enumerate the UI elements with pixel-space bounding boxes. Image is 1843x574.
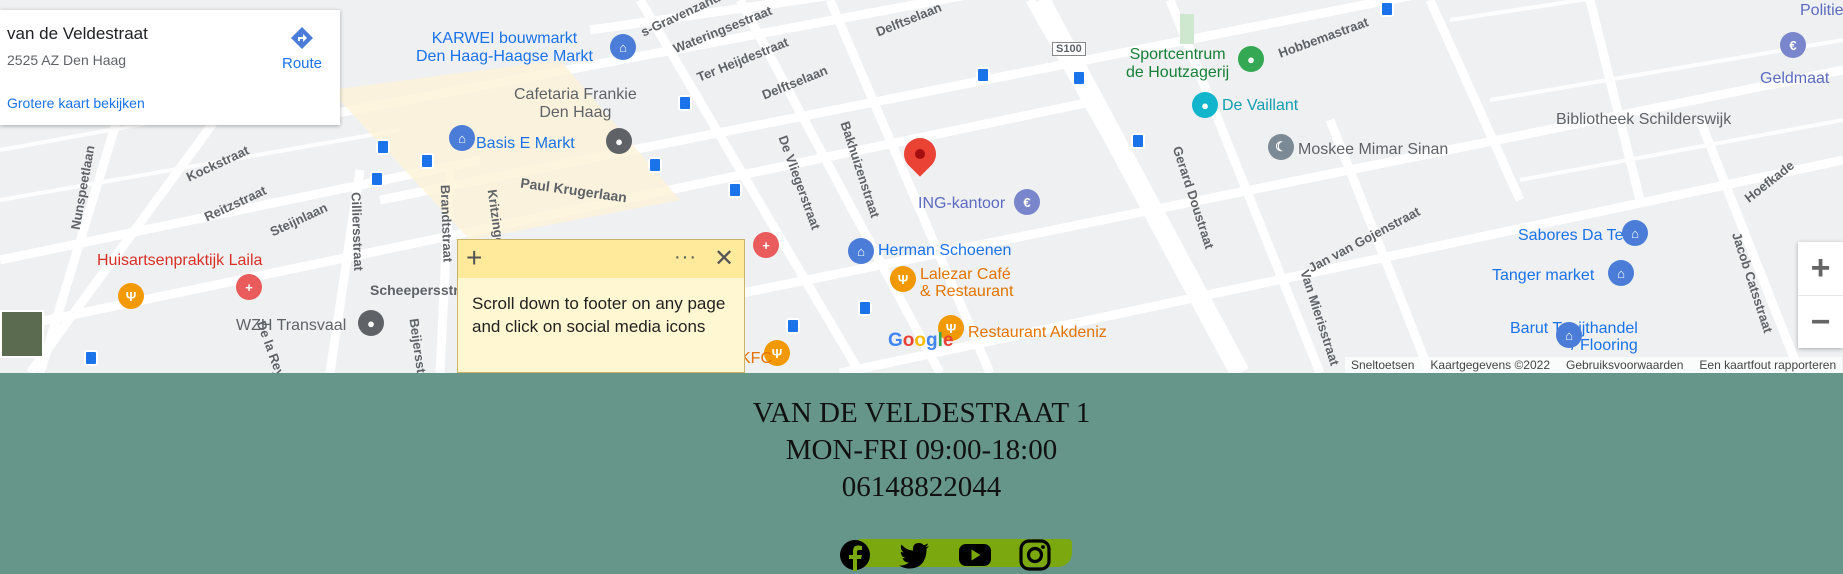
route-button[interactable]: Route (272, 25, 332, 72)
place-title: van de Veldestraat (7, 24, 148, 43)
mosque-pin-icon: ☾ (1268, 134, 1294, 160)
shopping-pin-icon: ⌂ (1556, 322, 1582, 348)
pool-pin-icon: ● (1192, 92, 1218, 118)
bus-stop-icon (1072, 70, 1086, 86)
bus-stop-icon (370, 171, 384, 187)
facebook-icon[interactable] (838, 538, 872, 572)
sticky-note[interactable]: + ··· ✕ Scroll down to footer on any pag… (457, 239, 745, 373)
zoom-controls: + − (1798, 242, 1843, 348)
footer-hours: MON-FRI 09:00-18:00 (785, 434, 1058, 466)
poi-wzh-transvaal[interactable]: WZH Transvaal (236, 317, 346, 335)
bus-stop-icon (648, 157, 662, 173)
shopping-pin-icon: ⌂ (848, 238, 874, 264)
keyboard-shortcuts-link[interactable]: Sneltoetsen (1351, 358, 1414, 372)
add-note-icon[interactable]: + (466, 244, 482, 272)
twitter-icon[interactable] (898, 538, 932, 572)
footer-phone: 06148822044 (841, 471, 1002, 503)
poi-politie[interactable]: Politie (1800, 2, 1843, 20)
route-label: Route (281, 55, 323, 72)
poi-bibliotheek[interactable]: Bibliotheek Schilderswijk (1556, 111, 1731, 129)
terms-link[interactable]: Gebruiksvoorwaarden (1566, 358, 1683, 372)
bus-stop-icon (786, 318, 800, 334)
directions-icon (291, 27, 313, 49)
medical-pin-icon: + (236, 274, 262, 300)
bus-stop-icon (376, 139, 390, 155)
more-options-icon[interactable]: ··· (674, 246, 697, 269)
poi-sportcentrum[interactable]: Sportcentrum de Houtzagerij (1126, 46, 1229, 82)
bus-stop-icon (858, 300, 872, 316)
google-logo-letter: e (942, 330, 954, 351)
poi-akdeniz[interactable]: Restaurant Akdeniz (968, 324, 1107, 342)
street-label: Cilliersstraat (348, 191, 367, 272)
poi-cafetaria[interactable]: Cafetaria Frankie Den Haag (514, 86, 637, 122)
social-links (838, 536, 1078, 574)
bus-stop-icon (1380, 1, 1394, 17)
poi-herman-schoenen[interactable]: Herman Schoenen (878, 242, 1011, 260)
close-icon[interactable]: ✕ (714, 244, 734, 273)
poi-lalezar[interactable]: Lalezar Café & Restaurant (920, 266, 1013, 300)
shopping-pin-icon: ⌂ (1622, 220, 1648, 246)
shopping-pin-icon: ⌂ (449, 125, 475, 151)
street-label: Brandtstraat (437, 184, 456, 263)
map-data-label: Kaartgegevens ©2022 (1430, 358, 1550, 372)
street-label: S100 (1052, 42, 1086, 56)
map-attribution: Sneltoetsen Kaartgegevens ©2022 Gebruiks… (1345, 357, 1843, 373)
larger-map-link[interactable]: Grotere kaart bekijken (7, 95, 145, 111)
bus-stop-icon (420, 153, 434, 169)
poi-tanger[interactable]: Tanger market (1492, 267, 1594, 285)
report-error-link[interactable]: Een kaartfout rapporteren (1699, 358, 1836, 372)
google-logo-letter: o (902, 330, 915, 351)
bank-pin-icon: € (1780, 32, 1806, 58)
bus-stop-icon (728, 182, 742, 198)
google-logo-letter: g (926, 330, 938, 351)
youtube-icon[interactable] (958, 538, 992, 572)
poi-geldmaat[interactable]: Geldmaat (1760, 70, 1829, 88)
map-info-card: van de Veldestraat 2525 AZ Den Haag Grot… (0, 10, 340, 125)
medical-pin-icon: + (753, 232, 779, 258)
bus-stop-icon (678, 95, 692, 111)
bus-stop-icon (1131, 133, 1145, 149)
poi-de-vaillant[interactable]: De Vaillant (1222, 97, 1298, 115)
place-address: 2525 AZ Den Haag (7, 52, 127, 68)
shopping-pin-icon: ⌂ (610, 34, 636, 60)
bus-stop-icon (84, 350, 98, 366)
bus-stop-icon (976, 67, 990, 83)
google-logo: Google (888, 330, 953, 352)
google-logo-letter: o (914, 330, 926, 351)
park-pin-icon: ● (1238, 46, 1264, 72)
zoom-out-button[interactable]: − (1798, 295, 1843, 349)
restaurant-pin-icon: Ψ (118, 283, 144, 309)
bank-pin-icon: € (1014, 189, 1040, 215)
restaurant-pin-icon: Ψ (890, 266, 916, 292)
sticky-note-toolbar: + ··· ✕ (458, 240, 744, 278)
poi-basis-e-markt[interactable]: Basis E Markt (476, 135, 575, 153)
instagram-icon[interactable] (1018, 538, 1052, 572)
shopping-pin-icon: ⌂ (1608, 260, 1634, 286)
sticky-note-text[interactable]: Scroll down to footer on any page and cl… (458, 278, 744, 338)
footer-address: VAN DE VELDESTRAAT 1 (752, 397, 1091, 429)
zoom-in-button[interactable]: + (1798, 242, 1843, 295)
place-pin-icon: ● (606, 128, 632, 154)
poi-ing[interactable]: ING-kantoor (918, 195, 1005, 213)
poi-moskee[interactable]: Moskee Mimar Sinan (1298, 141, 1448, 159)
satellite-toggle[interactable] (0, 310, 44, 358)
embedded-map[interactable]: s-Gravenzandelaan Wateringsestraat Ter H… (0, 0, 1843, 373)
place-pin-icon: ● (358, 310, 384, 336)
google-logo-letter: G (888, 330, 903, 351)
poi-huisarts[interactable]: Huisartsenpraktijk Laila (97, 252, 262, 270)
poi-karwei[interactable]: KARWEI bouwmarkt Den Haag-Haagse Markt (416, 30, 593, 66)
